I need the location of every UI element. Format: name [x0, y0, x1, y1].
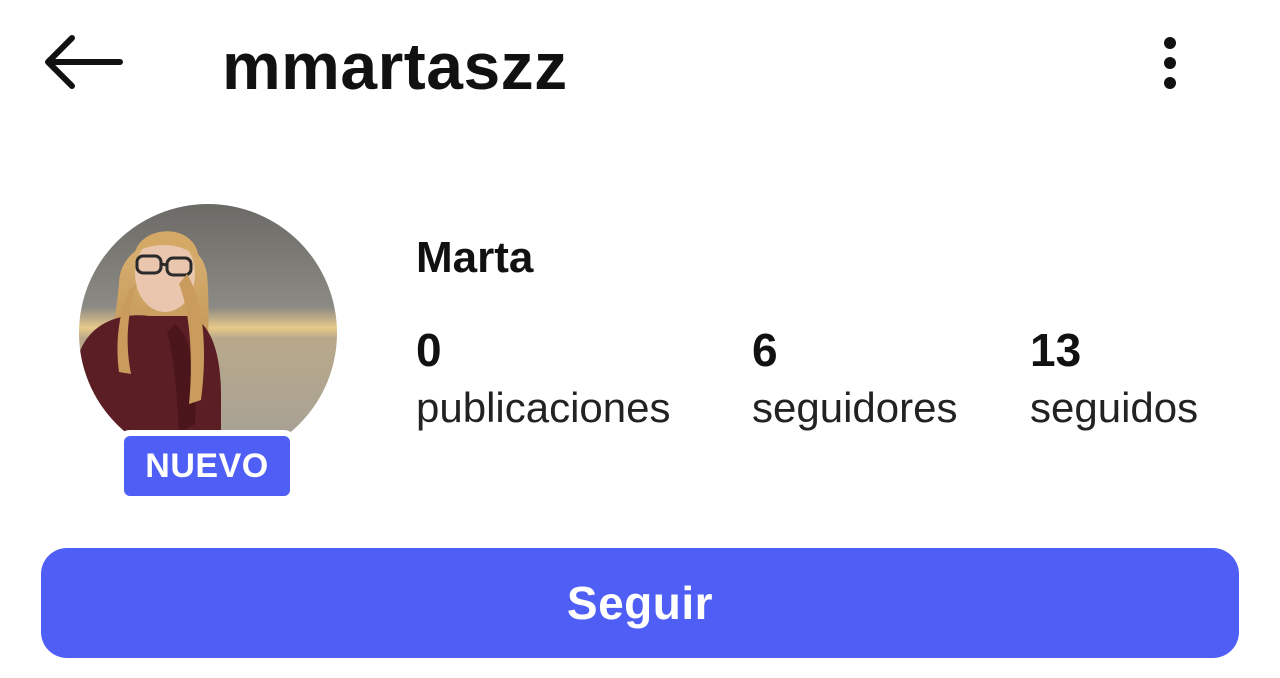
back-button[interactable] — [34, 26, 130, 98]
stat-following-label: seguidos — [1030, 384, 1199, 431]
stat-posts-label: publicaciones — [416, 384, 671, 431]
new-badge: NUEVO — [118, 430, 296, 502]
more-options-button[interactable] — [1138, 28, 1202, 98]
more-vertical-icon — [1164, 37, 1176, 89]
stat-posts[interactable]: 0 publicaciones — [416, 322, 671, 438]
stat-posts-count: 0 — [416, 324, 442, 376]
stat-followers[interactable]: 6 seguidores — [752, 322, 957, 438]
stat-following-count: 13 — [1030, 324, 1082, 376]
new-badge-label: NUEVO — [145, 446, 269, 485]
profile-screen: mmartaszz NUEVO Marta 0 publicaciones 6 … — [0, 0, 1280, 678]
arrow-left-icon — [45, 35, 123, 89]
profile-username: mmartaszz — [222, 29, 568, 103]
profile-display-name: Marta — [416, 233, 534, 282]
follow-button-label: Seguir — [566, 577, 714, 629]
stat-followers-count: 6 — [752, 324, 778, 376]
follow-button[interactable]: Seguir — [41, 548, 1239, 658]
stat-followers-label: seguidores — [752, 384, 958, 431]
stat-following[interactable]: 13 seguidos — [1030, 322, 1198, 438]
profile-photo — [79, 204, 337, 462]
avatar[interactable] — [79, 204, 337, 462]
